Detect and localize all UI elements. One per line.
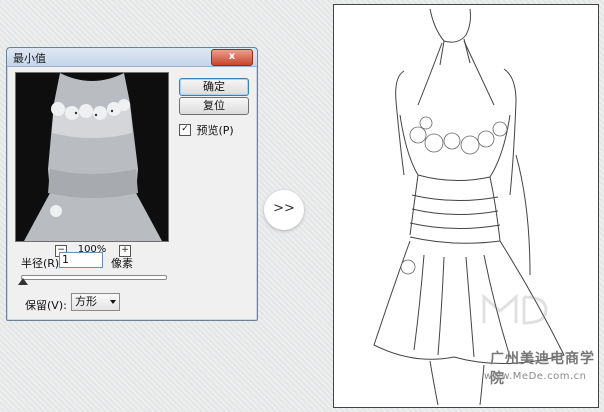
preview-pane[interactable] xyxy=(15,72,169,242)
watermark-url: www.MeDe.com.cn xyxy=(484,371,587,382)
preserve-label: 保留(V): xyxy=(25,299,67,312)
preview-checkbox-row[interactable]: ✓ 预览(P) xyxy=(179,122,234,137)
preserve-select-value: 方形 xyxy=(75,295,97,308)
arrow-indicator: >> xyxy=(264,190,304,230)
preview-checkbox-label: 预览(P) xyxy=(196,124,234,137)
watermark-text: 广州美迪电商学院 xyxy=(490,351,595,387)
dialog-title: 最小值 xyxy=(13,52,46,65)
result-sketch xyxy=(334,5,598,407)
dialog-titlebar[interactable]: 最小值 x xyxy=(7,48,257,67)
reset-button[interactable]: 复位 xyxy=(179,97,249,115)
close-button[interactable]: x xyxy=(211,49,253,66)
preserve-select[interactable]: 方形 xyxy=(71,293,120,311)
radius-slider[interactable] xyxy=(21,275,167,280)
minimum-filter-dialog: 最小值 x − 100% + 确定 复位 ✓ 预览(P) 半径(R): 1 像素… xyxy=(6,47,258,321)
preview-image xyxy=(16,73,168,241)
radius-input[interactable]: 1 xyxy=(59,252,103,268)
preview-checkbox[interactable]: ✓ xyxy=(179,124,191,136)
chevron-down-icon xyxy=(110,300,116,304)
radius-unit-label: 像素 xyxy=(111,257,133,270)
radius-slider-thumb[interactable] xyxy=(18,278,28,285)
ok-button[interactable]: 确定 xyxy=(179,78,249,96)
radius-label: 半径(R): xyxy=(21,257,63,270)
